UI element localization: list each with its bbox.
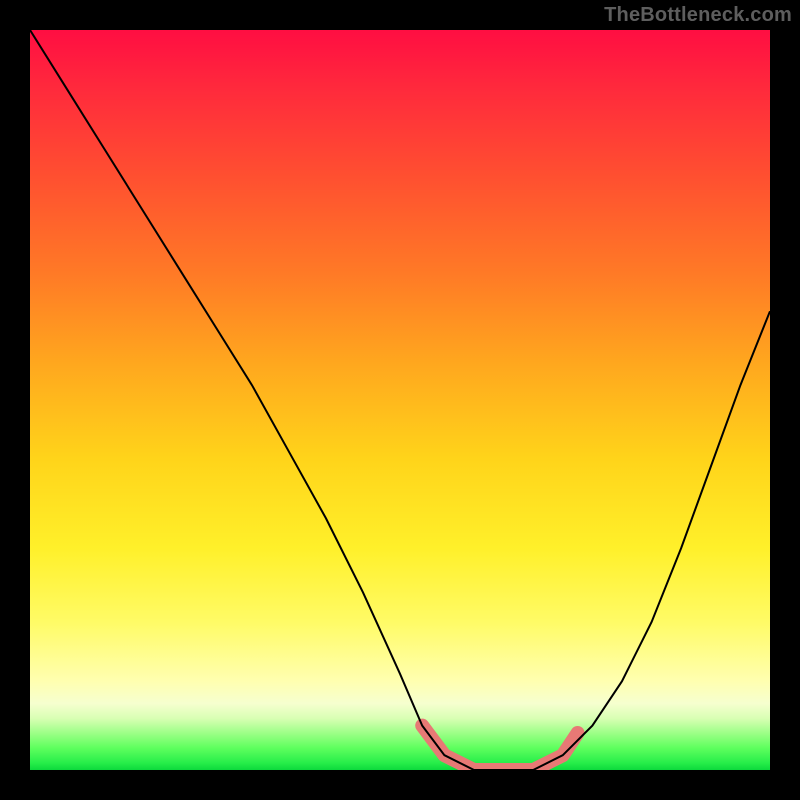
chart-container: TheBottleneck.com	[0, 0, 800, 800]
watermark-text: TheBottleneck.com	[604, 4, 792, 27]
plot-area	[30, 30, 770, 770]
optimal-range-highlight	[422, 726, 577, 770]
bottleneck-curve	[30, 30, 770, 770]
chart-svg	[30, 30, 770, 770]
